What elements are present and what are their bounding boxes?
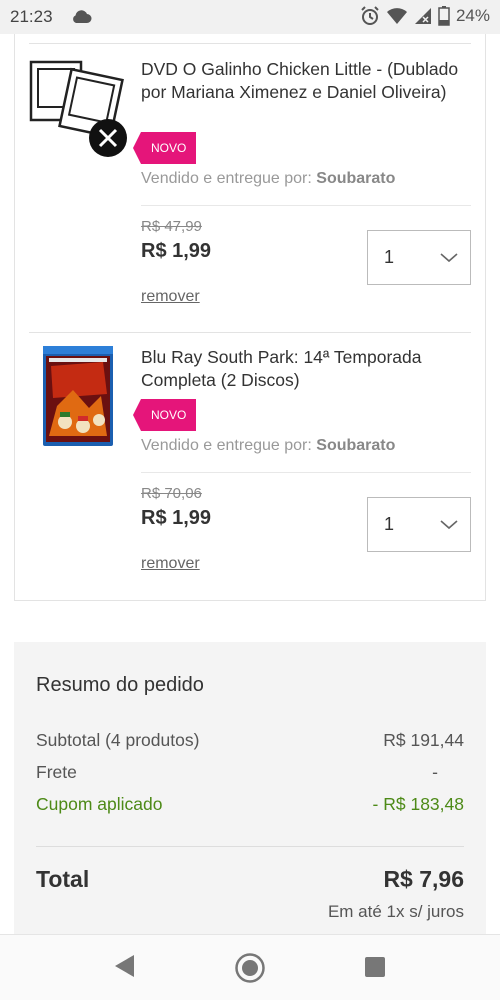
seller-prefix: Vendido e entregue por: [141,170,312,187]
placeholder-image-icon [29,58,129,163]
status-bar: 21:23 24% [0,0,500,34]
bluray-cover [43,346,113,451]
current-price: R$ 1,99 [141,507,212,529]
divider [141,205,471,206]
subtotal-value: R$ 191,44 [383,730,464,750]
seller-info: Vendido e entregue por: Soubarato [141,170,395,188]
remove-link[interactable]: remover [141,555,200,573]
total-label: Total [36,866,90,892]
seller-info: Vendido e entregue por: Soubarato [141,437,395,455]
seller-name[interactable]: Soubarato [316,170,395,187]
order-summary: Resumo do pedido Subtotal (4 produtos) R… [14,642,486,934]
product-title[interactable]: DVD O Galinho Chicken Little - (Dublado … [141,58,471,104]
recents-icon[interactable] [364,956,386,978]
coupon-value: - R$ 183,48 [372,794,464,814]
battery-icon [438,6,450,26]
chevron-down-icon [440,520,458,530]
divider [29,332,471,333]
subtotal-label: Subtotal (4 produtos) [36,730,200,750]
seller-prefix: Vendido e entregue por: [141,437,312,454]
product-title[interactable]: Blu Ray South Park: 14ª Temporada Comple… [141,346,471,392]
new-badge: NOVO [132,132,197,164]
cart-items-card: DVD O Galinho Chicken Little - (Dublado … [14,34,486,601]
chevron-down-icon [440,253,458,263]
seller-name[interactable]: Soubarato [316,437,395,454]
divider [29,43,471,44]
old-price: R$ 70,06 [141,485,202,502]
total-value: R$ 7,96 [383,866,464,892]
quantity-select[interactable]: 1 [367,497,471,552]
installments-info: Em até 1x s/ juros [327,902,464,921]
coupon-row: Cupom aplicado - R$ 183,48 [36,794,464,815]
back-icon[interactable] [112,953,136,979]
divider [36,846,464,847]
summary-title: Resumo do pedido [36,674,204,696]
navigation-bar [0,934,500,1000]
status-time: 21:23 [10,7,53,26]
subtotal-row: Subtotal (4 produtos) R$ 191,44 [36,730,464,751]
cloud-icon [73,10,92,23]
alarm-icon [361,6,379,25]
remove-link[interactable]: remover [141,288,200,306]
shipping-label: Frete [36,762,77,782]
status-icons: 24% [360,6,490,26]
old-price: R$ 47,99 [141,218,202,235]
divider [141,472,471,473]
quantity-select[interactable]: 1 [367,230,471,285]
shipping-value: - [432,762,438,782]
current-price: R$ 1,99 [141,240,212,262]
coupon-label: Cupom aplicado [36,794,163,814]
quantity-value: 1 [384,514,395,534]
battery-percent: 24% [455,6,490,25]
signal-icon [414,8,431,24]
new-badge: NOVO [132,399,197,431]
quantity-value: 1 [384,247,395,267]
home-icon[interactable] [234,952,266,984]
wifi-icon [386,8,407,24]
shipping-row: Frete - [36,762,464,783]
